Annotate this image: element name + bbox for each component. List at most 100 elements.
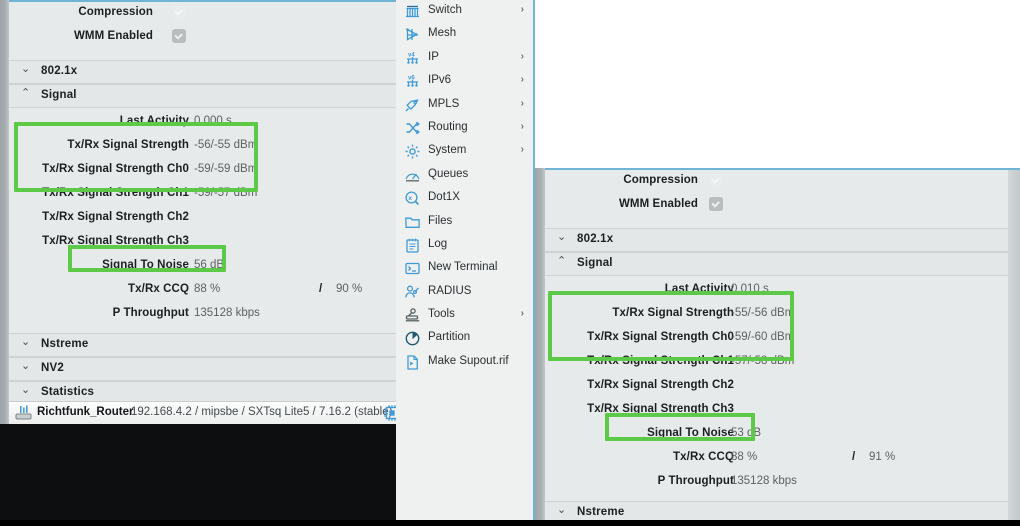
chevron-up-icon: ⌃ <box>21 87 31 99</box>
row-value: 135128 kbps <box>194 307 260 319</box>
gear-icon <box>404 143 421 160</box>
queues-gauge-icon <box>404 167 421 184</box>
menu-item-mpls[interactable]: MPLS › <box>396 94 533 117</box>
section-header-8021x[interactable]: ⌄ 802.1x <box>9 60 396 84</box>
menu-item-label: New Terminal <box>428 261 498 274</box>
row-signal-strength-ch3: Tx/Rx Signal Strength Ch3 <box>545 398 1008 422</box>
row-value: 88 % <box>731 451 758 463</box>
white-background-area <box>535 0 1020 168</box>
compression-checkbox[interactable] <box>709 173 723 187</box>
menu-item-switch[interactable]: Switch › <box>396 0 533 23</box>
row-label: Tx/Rx Signal Strength Ch3 <box>42 235 189 247</box>
menu-item-label: System <box>428 144 467 157</box>
chevron-right-icon: › <box>520 50 524 62</box>
wmm-enabled-checkbox[interactable] <box>172 29 186 43</box>
row-label: Tx/Rx Signal Strength Ch0 <box>42 163 189 175</box>
menu-item-label: Switch <box>428 4 462 16</box>
svg-text:x: x <box>408 195 412 202</box>
row-label: P Throughput <box>112 307 189 319</box>
menu-item-log[interactable]: Log <box>396 234 533 257</box>
chevron-down-icon: ⌄ <box>21 336 31 348</box>
section-label: Nstreme <box>577 506 625 518</box>
menu-item-system[interactable]: System › <box>396 140 533 163</box>
row-value: 88 % <box>194 283 221 295</box>
chevron-down-icon: ⌄ <box>557 504 567 516</box>
row-value-secondary: 91 % <box>869 451 896 463</box>
compression-checkbox[interactable] <box>172 5 186 19</box>
right-properties-sheet: Compression WMM Enabled ⌄ 802.1x ⌃ Signa… <box>545 170 1008 520</box>
chevron-right-icon: › <box>520 97 524 109</box>
router-icon <box>15 405 32 420</box>
wmm-enabled-checkbox[interactable] <box>709 197 723 211</box>
menu-item-tools[interactable]: Tools › <box>396 304 533 327</box>
menu-item-new-terminal[interactable]: New Terminal <box>396 257 533 280</box>
row-value: -56/-55 dBm <box>194 139 258 151</box>
right-winbox-window: Compression WMM Enabled ⌄ 802.1x ⌃ Signa… <box>535 168 1020 520</box>
row-wmm-enabled: WMM Enabled <box>545 192 1008 218</box>
value-separator: / <box>852 451 856 463</box>
section-header-8021x[interactable]: ⌄ 802.1x <box>545 228 1008 252</box>
menu-item-make-supout-rif[interactable]: Make Supout.rif <box>396 351 533 374</box>
left-properties-sheet: Compression WMM Enabled ⌄ 802.1x ⌃ Signa… <box>9 2 396 424</box>
menu-item-label: IPv6 <box>428 74 452 87</box>
section-header-signal[interactable]: ⌃ Signal <box>545 252 1008 276</box>
row-signal-strength: Tx/Rx Signal Strength -55/-56 dBm <box>545 302 1008 326</box>
value-separator: / <box>319 283 323 295</box>
svg-text:v6: v6 <box>408 76 415 82</box>
cpu-settings-icon[interactable] <box>383 404 396 422</box>
menu-item-routing[interactable]: Routing › <box>396 117 533 140</box>
section-label: Signal <box>41 89 77 101</box>
row-label: Tx/Rx Signal Strength Ch3 <box>587 403 734 415</box>
chevron-right-icon: › <box>520 4 524 15</box>
menu-item-files[interactable]: Files <box>396 211 533 234</box>
section-header-signal[interactable]: ⌃ Signal <box>9 84 396 108</box>
row-signal-strength-ch2: Tx/Rx Signal Strength Ch2 <box>9 206 396 230</box>
chevron-right-icon: › <box>520 144 524 156</box>
chevron-up-icon: ⌃ <box>557 255 567 267</box>
row-label: Signal To Noise <box>647 427 734 439</box>
row-label: Last Activity <box>664 283 734 295</box>
section-header-nv2[interactable]: ⌄ NV2 <box>9 357 396 381</box>
svg-text:v4: v4 <box>408 52 415 58</box>
folder-icon <box>404 214 421 231</box>
menu-item-label: Log <box>428 237 448 250</box>
switch-icon <box>404 3 421 20</box>
row-label: WMM Enabled <box>618 198 698 210</box>
row-compression: Compression <box>545 170 1008 192</box>
menu-item-label: Queues <box>428 167 469 180</box>
menu-item-label: Partition <box>428 331 471 344</box>
menu-item-queues[interactable]: Queues <box>396 164 533 187</box>
section-label: Nstreme <box>41 338 89 350</box>
row-value: -59/-57 dBm <box>194 187 258 199</box>
status-bar: Richtfunk_Router 192.168.4.2 / mipsbe / … <box>9 401 396 424</box>
menu-item-dot1x[interactable]: x Dot1X <box>396 187 533 210</box>
menu-item-mesh[interactable]: Mesh <box>396 23 533 46</box>
chevron-down-icon: ⌄ <box>21 360 31 372</box>
menu-item-ipv6[interactable]: v6 IPv6 › <box>396 70 533 93</box>
radius-user-icon <box>404 284 421 301</box>
row-signal-to-noise: Signal To Noise 53 dB <box>545 422 1008 446</box>
desktop-background-left <box>0 424 396 526</box>
window-right-gutter <box>1008 170 1020 520</box>
menu-item-label: IP <box>428 50 439 63</box>
menu-item-radius[interactable]: RADIUS <box>396 281 533 304</box>
menu-item-ip[interactable]: v4 IP › <box>396 47 533 70</box>
section-header-nstreme[interactable]: ⌄ Nstreme <box>9 333 396 357</box>
row-signal-to-noise: Signal To Noise 56 dB <box>9 254 396 278</box>
menu-item-partition[interactable]: Partition <box>396 327 533 350</box>
row-label: Signal To Noise <box>102 259 189 271</box>
menu-item-label: Routing <box>428 120 468 133</box>
section-header-nstreme[interactable]: ⌄ Nstreme <box>545 501 1008 520</box>
row-value-secondary: 90 % <box>336 283 363 295</box>
row-signal-strength-ch0: Tx/Rx Signal Strength Ch0 -59/-60 dBm <box>545 326 1008 350</box>
router-info: 192.168.4.2 / mipsbe / SXTsq Lite5 / 7.1… <box>131 406 393 418</box>
row-txrx-ccq: Tx/Rx CCQ 88 % / 90 % <box>9 278 396 302</box>
chevron-down-icon: ⌄ <box>21 384 31 396</box>
row-label: P Throughput <box>657 475 734 487</box>
row-label: Tx/Rx CCQ <box>673 451 734 463</box>
section-label: 802.1x <box>577 233 614 245</box>
row-signal-strength-ch3: Tx/Rx Signal Strength Ch3 <box>9 230 396 254</box>
row-label: WMM Enabled <box>73 30 153 42</box>
mesh-icon <box>404 26 421 43</box>
menu-item-label: Dot1X <box>428 191 460 204</box>
